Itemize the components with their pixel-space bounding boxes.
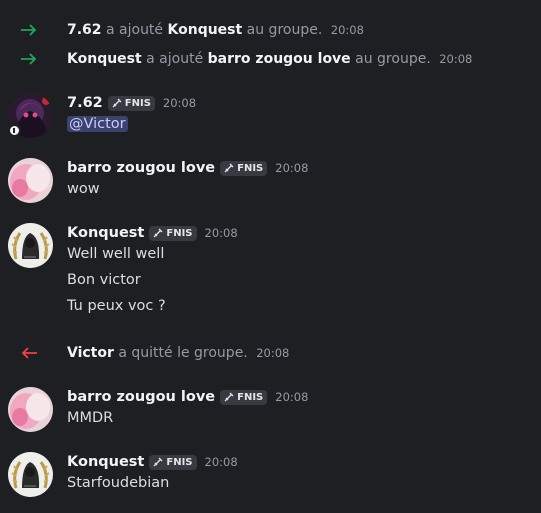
system-action: a quitté le groupe.: [118, 345, 248, 361]
server-tag-badge[interactable]: FNIS: [149, 225, 197, 241]
arrow-left-icon: [20, 346, 42, 360]
laurel-crest-avatar-icon: [8, 223, 53, 268]
timestamp: 20:08: [204, 226, 238, 240]
timestamp: 20:08: [204, 455, 238, 469]
message-author[interactable]: 7.62: [67, 95, 103, 111]
server-tag-badge[interactable]: FNIS: [220, 160, 268, 176]
user-mention[interactable]: @Victor: [67, 116, 128, 132]
system-action: a ajouté: [106, 22, 164, 38]
timestamp: 20:08: [439, 52, 473, 66]
message-content: wow: [67, 181, 100, 197]
system-target[interactable]: barro zougou love: [208, 51, 351, 67]
timestamp: 20:08: [275, 390, 309, 404]
avatar[interactable]: [8, 387, 53, 432]
system-suffix: au groupe.: [355, 51, 431, 67]
pink-blur-avatar-icon: [8, 158, 53, 203]
server-tag-label: FNIS: [166, 227, 193, 239]
message-author[interactable]: barro zougou love: [67, 389, 215, 405]
message-content: @Victor: [67, 116, 128, 132]
timestamp: 20:08: [162, 96, 197, 110]
arrow-right-icon: [20, 23, 42, 37]
server-tag-label: FNIS: [237, 162, 264, 174]
message-content: Tu peux voc ?: [67, 298, 166, 314]
message-author[interactable]: Konquest: [67, 225, 144, 241]
avatar[interactable]: [8, 158, 53, 203]
laurel-crest-avatar-icon: [8, 452, 53, 497]
message-author[interactable]: barro zougou love: [67, 160, 215, 176]
timestamp: 20:08: [256, 346, 290, 360]
message-content: Well well well: [67, 246, 165, 262]
message-author[interactable]: Konquest: [67, 454, 144, 470]
timestamp: 20:08: [275, 161, 309, 175]
server-tag-label: FNIS: [124, 97, 151, 109]
system-actor[interactable]: Victor: [67, 345, 114, 361]
sword-icon: [153, 457, 163, 467]
sword-icon: [112, 98, 122, 108]
message-content: MMDR: [67, 410, 114, 426]
pink-blur-avatar-icon: [8, 387, 53, 432]
message-content: Bon victor: [67, 272, 141, 288]
avatar[interactable]: [8, 452, 53, 497]
server-tag-label: FNIS: [237, 391, 264, 403]
sword-icon: [224, 392, 234, 402]
avatar[interactable]: [8, 223, 53, 268]
sword-icon: [153, 228, 163, 238]
timestamp: 20:08: [330, 23, 364, 37]
system-action: a ajouté: [146, 51, 204, 67]
system-actor[interactable]: Konquest: [67, 51, 142, 67]
server-tag-label: FNIS: [166, 456, 193, 468]
system-actor[interactable]: 7.62: [67, 22, 102, 38]
sword-icon: [224, 163, 234, 173]
server-tag-badge[interactable]: FNIS: [149, 454, 197, 470]
system-target[interactable]: Konquest: [168, 22, 243, 38]
system-suffix: au groupe.: [246, 22, 323, 38]
server-tag-badge[interactable]: FNIS: [107, 95, 155, 111]
arrow-right-icon: [20, 52, 42, 66]
message-content: Starfoudebian: [67, 475, 170, 491]
status-indicator: [7, 123, 21, 137]
server-tag-badge[interactable]: FNIS: [220, 389, 268, 405]
